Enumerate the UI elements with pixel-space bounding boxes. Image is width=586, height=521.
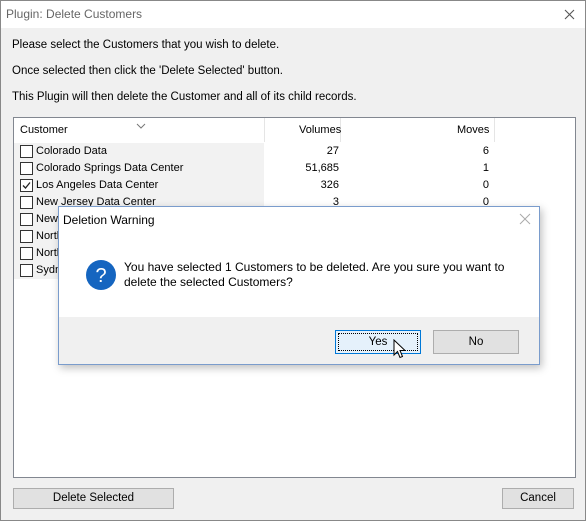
dialog-message-line-2: delete the selected Customers? [124, 275, 293, 289]
deletion-warning-dialog: Deletion Warning ? You have selected 1 C… [58, 206, 540, 365]
yes-button[interactable]: Yes [335, 330, 421, 354]
customer-name: Colorado Springs Data Center [36, 162, 184, 174]
column-divider [494, 118, 495, 142]
svg-text:?: ? [95, 265, 106, 287]
instruction-line-1: Please select the Customers that you wis… [12, 39, 280, 51]
row-checkbox[interactable] [20, 247, 33, 260]
volumes-value: 326 [320, 179, 339, 191]
window-title: Plugin: Delete Customers [6, 7, 143, 21]
dialog-title: Deletion Warning [63, 213, 155, 227]
table-row[interactable]: Colorado Data 27 6 [14, 143, 575, 160]
row-checkbox[interactable] [20, 145, 33, 158]
row-checkbox[interactable] [20, 230, 33, 243]
moves-value: 0 [482, 179, 489, 191]
row-checkbox[interactable] [20, 196, 33, 209]
volumes-value: 51,685 [305, 162, 339, 174]
delete-selected-button[interactable]: Delete Selected [13, 488, 174, 509]
no-button[interactable]: No [433, 330, 519, 354]
cancel-button[interactable]: Cancel [502, 488, 574, 509]
close-icon[interactable] [519, 213, 531, 228]
close-icon[interactable] [555, 1, 585, 28]
sort-chevron-icon [136, 118, 146, 132]
title-bar: Plugin: Delete Customers [1, 1, 585, 28]
moves-value: 1 [482, 162, 489, 174]
customer-name: New [36, 213, 59, 225]
column-header-volumes[interactable]: Volumes [299, 124, 341, 136]
dialog-footer: Yes No [59, 317, 539, 364]
customer-name: Los Angeles Data Center [36, 179, 159, 191]
question-icon: ? [85, 259, 117, 294]
instruction-line-3: This Plugin will then delete the Custome… [12, 91, 357, 103]
row-checkbox[interactable] [20, 213, 33, 226]
row-checkbox[interactable] [20, 264, 33, 277]
moves-value: 6 [482, 145, 489, 157]
dialog-message-line-1: You have selected 1 Customers to be dele… [124, 260, 505, 274]
column-header-moves[interactable]: Moves [457, 124, 489, 136]
row-checkbox[interactable] [20, 162, 33, 175]
column-divider [264, 118, 265, 142]
table-row[interactable]: Colorado Springs Data Center 51,685 1 [14, 160, 575, 177]
customer-name: Colorado Data [36, 145, 107, 157]
table-row[interactable]: Los Angeles Data Center 326 0 [14, 177, 575, 194]
column-header-customer[interactable]: Customer [20, 124, 68, 136]
row-checkbox[interactable] [20, 179, 33, 192]
mouse-pointer-icon [393, 338, 407, 363]
instruction-line-2: Once selected then click the 'Delete Sel… [12, 65, 283, 77]
volumes-value: 27 [326, 145, 339, 157]
dialog-message: You have selected 1 Customers to be dele… [124, 260, 524, 290]
